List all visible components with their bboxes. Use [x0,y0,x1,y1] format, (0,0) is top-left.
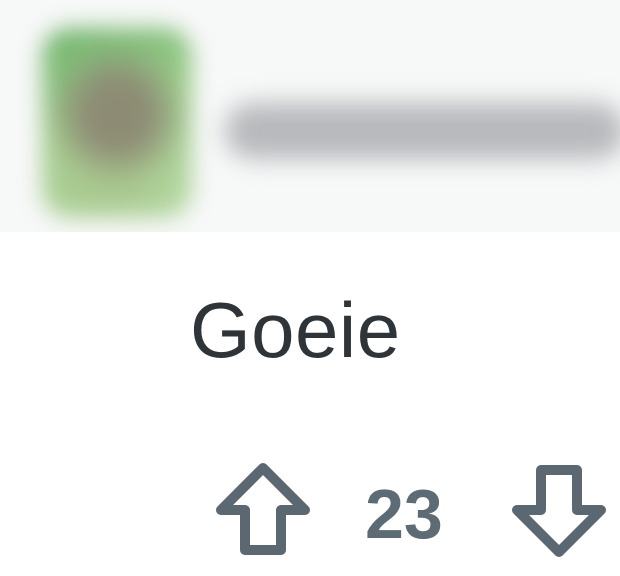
comment-author-header [0,0,620,232]
arrow-down-icon [512,465,606,557]
vote-controls: 23 [215,462,620,562]
comment-text: Goeie [190,286,401,374]
arrow-up-icon [216,463,310,555]
avatar [42,28,192,218]
upvote-button[interactable] [215,462,311,558]
vote-score: 23 [365,475,443,553]
blurred-username [225,103,620,159]
downvote-button[interactable] [511,462,607,558]
